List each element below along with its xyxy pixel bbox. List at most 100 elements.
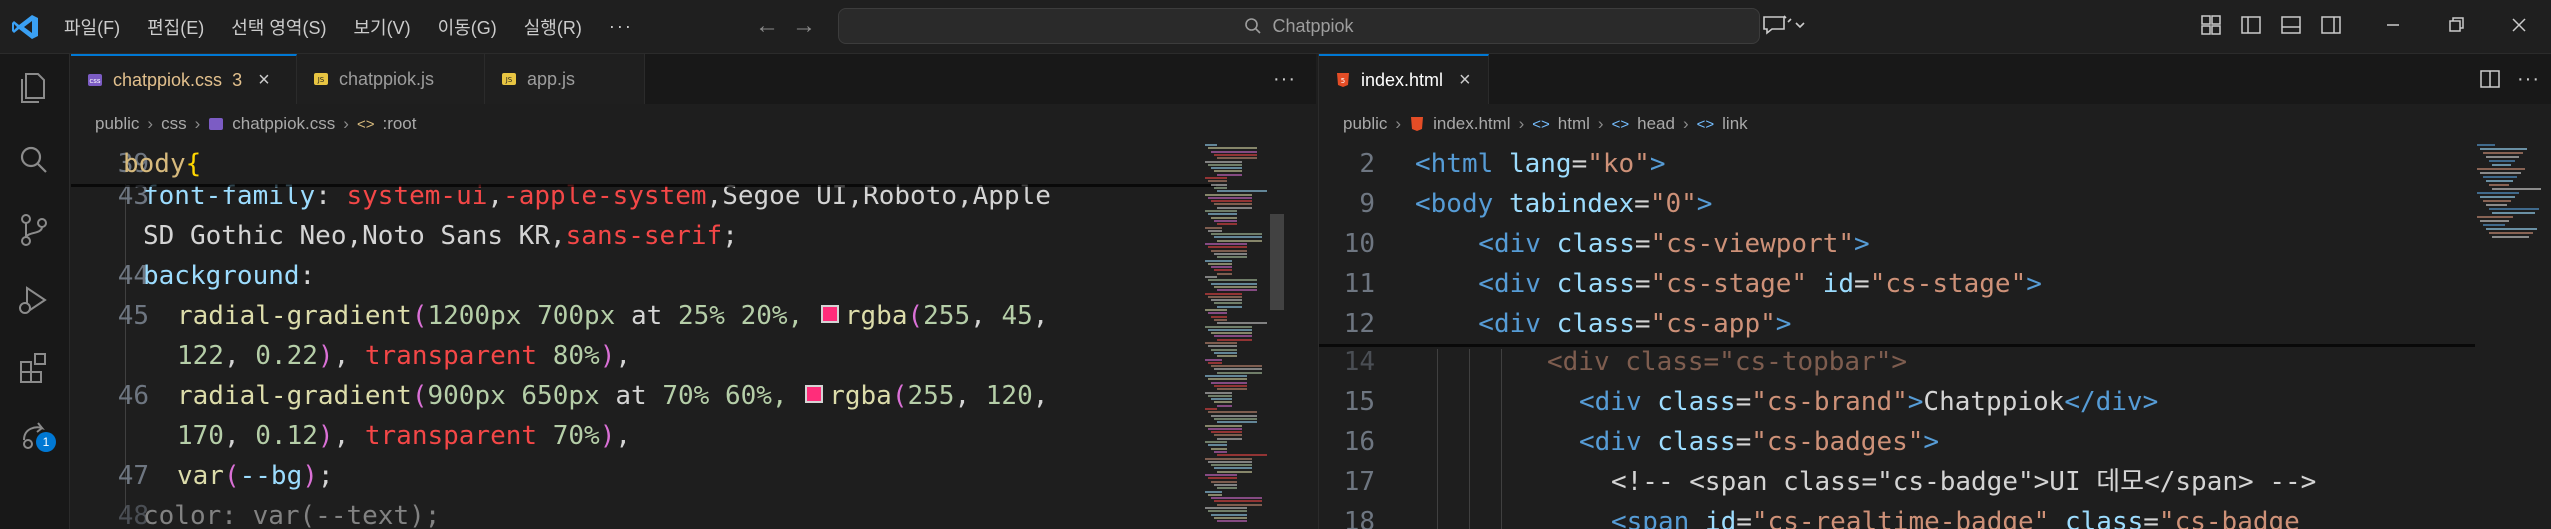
copilot-chat-icon[interactable] xyxy=(1760,12,1808,40)
breadcrumb-item[interactable]: css xyxy=(161,114,187,134)
code-line[interactable]: 46 radial-gradient(900px 650px at 70% 60%… xyxy=(71,376,1316,416)
forward-arrow-icon[interactable]: → xyxy=(792,14,816,38)
restore-icon[interactable] xyxy=(2445,14,2467,36)
breadcrumb-item[interactable]: chatppiok.css xyxy=(232,114,335,134)
close-tab-icon[interactable]: × xyxy=(1459,69,1471,92)
menu-run[interactable]: 실행(R) xyxy=(524,14,582,40)
code-text: radial-gradient(1200px 700px at 25% 20%,… xyxy=(177,296,1048,336)
breadcrumb-item[interactable]: :root xyxy=(382,114,416,134)
color-swatch-icon[interactable] xyxy=(805,384,824,403)
explorer-icon[interactable] xyxy=(14,68,54,108)
breadcrumb-item[interactable]: index.html xyxy=(1433,114,1510,134)
scroll-thumb[interactable] xyxy=(1270,214,1284,310)
code-token: 60 xyxy=(724,381,757,411)
element-symbol-icon: <> xyxy=(1532,115,1550,133)
minimap-right[interactable] xyxy=(2475,144,2551,529)
minimap-line xyxy=(1208,295,1242,298)
breadcrumb-item[interactable]: public xyxy=(1343,114,1387,134)
minimap-line xyxy=(2492,188,2541,190)
code-line[interactable]: 16 <div class="cs-badges"> xyxy=(1319,422,2551,462)
code-line[interactable]: 10 <div class="cs-viewport"> xyxy=(1319,224,2551,264)
menu-view[interactable]: 보기(V) xyxy=(353,14,410,40)
code-editor-left[interactable]: 43 font-family: system-ui,-apple-system,S… xyxy=(71,144,1316,529)
run-debug-icon[interactable] xyxy=(14,280,54,320)
breadcrumb-item[interactable]: head xyxy=(1637,114,1675,134)
code-line[interactable]: 15 <div class="cs-brand">Chatppiok</div> xyxy=(1319,382,2551,422)
breadcrumb-item[interactable]: public xyxy=(95,114,139,134)
menu-more[interactable]: ··· xyxy=(609,16,633,37)
chevron-right-icon: › xyxy=(194,114,201,133)
color-swatch-icon[interactable] xyxy=(820,304,839,323)
scrollbar-left[interactable] xyxy=(1268,144,1286,529)
code-line[interactable]: 48 color: var(--text); xyxy=(71,496,1316,529)
close-tab-icon[interactable]: × xyxy=(258,69,270,92)
toggle-panel-icon[interactable] xyxy=(2280,14,2302,36)
close-window-icon[interactable] xyxy=(2508,14,2530,36)
menu-selection[interactable]: 선택 영역(S) xyxy=(231,14,326,40)
minimap-line xyxy=(1211,398,1232,401)
menu-go[interactable]: 이동(G) xyxy=(438,14,497,40)
customize-layout-icon[interactable] xyxy=(2200,14,2222,36)
minimap-line xyxy=(1217,371,1262,374)
code-token: rgba xyxy=(829,381,892,411)
code-token: > xyxy=(1649,149,1666,179)
code-token: % xyxy=(709,301,741,331)
minimap-line xyxy=(1214,252,1247,255)
code-token: 255 xyxy=(907,381,955,411)
code-line[interactable]: 14 <div class="cs-topbar"> xyxy=(1319,342,2551,382)
code-line[interactable]: 2 <html lang="ko"> xyxy=(1319,144,2551,184)
minimap-line xyxy=(1214,467,1252,470)
minimap-line xyxy=(1208,246,1247,249)
minimap-line xyxy=(1214,170,1242,173)
more-actions-icon[interactable]: ··· xyxy=(2517,68,2540,91)
code-line[interactable]: 11 <div class="cs-stage" id="cs-stage"> xyxy=(1319,264,2551,304)
code-token: body xyxy=(123,149,186,179)
remote-explorer-icon[interactable] xyxy=(14,414,54,454)
back-arrow-icon[interactable]: ← xyxy=(755,14,779,38)
tab-app-js[interactable]: JS app.js xyxy=(485,54,645,104)
vscode-logo-icon[interactable] xyxy=(10,12,40,42)
source-control-icon[interactable] xyxy=(14,210,54,250)
minimap-line xyxy=(1205,342,1237,344)
toggle-secondary-sidebar-icon[interactable] xyxy=(2320,14,2342,36)
code-token: , xyxy=(1032,381,1049,411)
search-view-icon[interactable] xyxy=(14,140,54,180)
code-line[interactable]: 45 radial-gradient(1200px 700px at 25% 20… xyxy=(71,296,1316,336)
code-line[interactable]: 47 var(--bg); xyxy=(71,456,1316,496)
code-line[interactable]: 44 background: xyxy=(71,256,1316,296)
minimize-icon[interactable] xyxy=(2382,14,2404,36)
code-line[interactable]: SD Gothic Neo,Noto Sans KR,sans-serif; xyxy=(71,216,1316,256)
minimap-line xyxy=(2477,168,2525,170)
code-token: "cs-badge xyxy=(2158,507,2300,529)
code-token: tabindex xyxy=(1508,189,1635,219)
split-editor-icon[interactable] xyxy=(2479,68,2501,90)
code-line[interactable]: 12 <div class="cs-app"> xyxy=(1319,304,2551,344)
code-token: = xyxy=(1634,309,1651,339)
code-line[interactable]: 18 <span id="cs-realtime-badge" class="cs… xyxy=(1319,502,2551,529)
command-center-search[interactable]: Chatppiok xyxy=(838,8,1760,44)
code-editor-right[interactable]: 14 <div class="cs-topbar"> 15 <div class="c… xyxy=(1319,144,2551,529)
code-token: = xyxy=(1634,229,1651,259)
menu-edit[interactable]: 편집(E) xyxy=(147,14,204,40)
code-line[interactable]: 17 <!-- <span class="cs-badge">UI 데모</spa… xyxy=(1319,462,2551,502)
minimap-line xyxy=(1217,322,1267,325)
extensions-icon[interactable] xyxy=(14,348,54,388)
code-line[interactable]: 39 body{ xyxy=(71,144,1316,184)
breadcrumb-item[interactable]: html xyxy=(1558,114,1590,134)
tab-chatppiok-js[interactable]: JS chatppiok.js xyxy=(297,54,485,104)
code-line[interactable]: 122, 0.22), transparent 80%), xyxy=(71,336,1316,376)
line-number: 2 xyxy=(1359,149,1375,179)
toggle-primary-sidebar-icon[interactable] xyxy=(2240,14,2262,36)
tab-chatppiok-css[interactable]: css chatppiok.css 3 × xyxy=(71,54,297,104)
code-token: ) xyxy=(599,341,616,371)
minimap-line xyxy=(1211,447,1227,450)
code-line[interactable]: 9 <body tabindex="0"> xyxy=(1319,184,2551,224)
more-actions-icon[interactable]: ··· xyxy=(1273,68,1296,91)
code-token: 0.22 xyxy=(255,341,318,371)
code-line[interactable]: 170, 0.12), transparent 70%), xyxy=(71,416,1316,456)
menu-file[interactable]: 파일(F) xyxy=(64,14,120,40)
tab-index-html[interactable]: 5 index.html × xyxy=(1319,54,1489,104)
breadcrumb-item[interactable]: link xyxy=(1722,114,1748,134)
